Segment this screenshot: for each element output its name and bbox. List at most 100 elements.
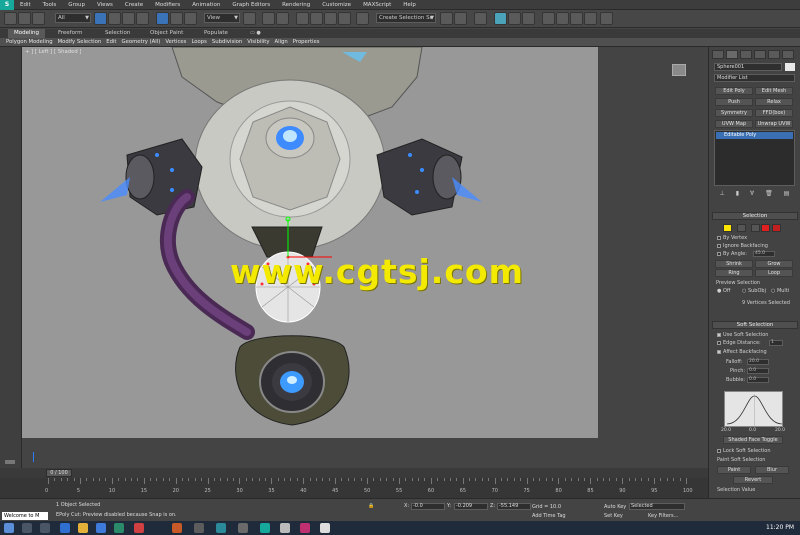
tab-modeling[interactable]: Modeling: [8, 29, 46, 38]
app-icon-5[interactable]: [216, 523, 226, 533]
menu-modifiers[interactable]: Modifiers: [149, 0, 186, 10]
border-mode-icon[interactable]: [751, 224, 760, 232]
edit-mesh-button[interactable]: Edit Mesh: [755, 87, 793, 95]
app-icon-9[interactable]: [320, 523, 330, 533]
named-selection-sets-dropdown[interactable]: Create Selection Se ▼: [376, 13, 436, 23]
rendered-frame-window-icon[interactable]: [570, 12, 583, 25]
x-coordinate-field[interactable]: -0.0: [411, 503, 445, 510]
ignore-backfacing-checkbox[interactable]: Ignore Backfacing: [717, 243, 768, 249]
vertex-mode-icon[interactable]: [723, 224, 732, 232]
show-end-result-icon[interactable]: ▮: [736, 190, 739, 200]
link-icon[interactable]: [4, 12, 17, 25]
align-icon[interactable]: [454, 12, 467, 25]
menu-help[interactable]: Help: [397, 0, 422, 10]
by-angle-spinner[interactable]: 45.0: [753, 251, 775, 257]
ribbon-properties[interactable]: Properties: [293, 39, 320, 45]
utilities-tab-icon[interactable]: [782, 50, 794, 59]
loop-button[interactable]: Loop: [755, 269, 793, 277]
tab-freeform[interactable]: Freeform: [52, 29, 89, 38]
preview-off-radio[interactable]: ● Off: [717, 288, 730, 294]
ribbon-modify-selection[interactable]: Modify Selection: [58, 39, 102, 45]
render-setup-icon[interactable]: [556, 12, 569, 25]
ribbon-visibility[interactable]: Visibility: [247, 39, 269, 45]
menu-views[interactable]: Views: [91, 0, 119, 10]
ribbon-loops[interactable]: Loops: [191, 39, 206, 45]
auto-key-button[interactable]: Auto Key: [604, 504, 626, 510]
spinner-snap-icon[interactable]: [338, 12, 351, 25]
snaps-toggle-icon[interactable]: [296, 12, 309, 25]
ribbon-geometry-all[interactable]: Geometry (All): [122, 39, 161, 45]
motion-tab-icon[interactable]: [754, 50, 766, 59]
curve-editor-icon[interactable]: [508, 12, 521, 25]
edit-poly-button[interactable]: Edit Poly: [715, 87, 753, 95]
maxscript-listener[interactable]: Welcome to M: [2, 512, 48, 520]
hierarchy-tab-icon[interactable]: [740, 50, 752, 59]
edge-browser-icon[interactable]: [60, 523, 70, 533]
key-filters-button[interactable]: Key Filters...: [648, 513, 678, 519]
ribbon-align[interactable]: Align: [274, 39, 287, 45]
viewport-layout-icon[interactable]: [5, 460, 15, 464]
shaded-face-toggle-button[interactable]: Shaded Face Toggle: [723, 436, 783, 444]
affect-backfacing-checkbox[interactable]: Affect Backfacing: [717, 349, 767, 355]
symmetry-button[interactable]: Symmetry: [715, 109, 753, 117]
y-coordinate-field[interactable]: -0.209: [454, 503, 488, 510]
edge-mode-icon[interactable]: [737, 224, 746, 232]
window-crossing-icon[interactable]: [136, 12, 149, 25]
preview-subobj-radio[interactable]: ○ SubObj: [742, 288, 766, 294]
menu-create[interactable]: Create: [119, 0, 149, 10]
z-coordinate-field[interactable]: -55.149: [497, 503, 531, 510]
create-tab-icon[interactable]: [712, 50, 724, 59]
soft-selection-rollout-header[interactable]: Soft Selection: [712, 321, 798, 329]
display-tab-icon[interactable]: [768, 50, 780, 59]
time-slider-thumb[interactable]: 0 / 100: [46, 469, 72, 477]
menu-animation[interactable]: Animation: [186, 0, 226, 10]
modifier-list-dropdown[interactable]: Modifier List: [714, 74, 795, 82]
ribbon-vertices[interactable]: Vertices: [165, 39, 186, 45]
system-clock[interactable]: 11:20 PM: [766, 524, 794, 531]
track-bar[interactable]: 0 5 10 15 20 25 30 35 40 45 50 55 60 65 70 75 80 85 90 95 10…: [0, 478, 708, 498]
lock-selection-icon[interactable]: 🔒: [368, 503, 374, 509]
object-name-field[interactable]: Sphere001: [714, 63, 782, 71]
mirror-icon[interactable]: [440, 12, 453, 25]
render-iterative-icon[interactable]: [600, 12, 613, 25]
menu-group[interactable]: Group: [62, 0, 91, 10]
preview-multi-radio[interactable]: ○ Multi: [771, 288, 789, 294]
pin-stack-icon[interactable]: ⊥: [720, 190, 725, 200]
rotate-icon[interactable]: [170, 12, 183, 25]
selection-rollout-header[interactable]: Selection: [712, 212, 798, 220]
render-production-icon[interactable]: [584, 12, 597, 25]
menu-customize[interactable]: Customize: [316, 0, 357, 10]
polygon-mode-icon[interactable]: [761, 224, 770, 232]
scale-icon[interactable]: [184, 12, 197, 25]
paint-button[interactable]: Paint: [717, 466, 751, 474]
file-explorer-icon[interactable]: [78, 523, 88, 533]
make-unique-icon[interactable]: ∀: [750, 190, 754, 200]
object-color-swatch[interactable]: [785, 63, 795, 71]
reference-coordinate-dropdown[interactable]: View ▼: [204, 13, 240, 23]
app-icon-8[interactable]: [300, 523, 310, 533]
shrink-button[interactable]: Shrink: [715, 260, 753, 268]
app-logo-icon[interactable]: S: [0, 0, 14, 10]
percent-snap-icon[interactable]: [324, 12, 337, 25]
set-key-button[interactable]: Set Key: [604, 513, 623, 519]
ffd-box-button[interactable]: FFD(box): [755, 109, 793, 117]
element-mode-icon[interactable]: [772, 224, 781, 232]
search-icon[interactable]: [22, 523, 32, 533]
tab-selection[interactable]: Selection: [99, 29, 136, 38]
material-editor-icon[interactable]: [542, 12, 555, 25]
bind-spacewarp-icon[interactable]: [32, 12, 45, 25]
selection-filter-dropdown[interactable]: All ▼: [55, 13, 91, 23]
uvw-map-button[interactable]: UVW Map: [715, 120, 753, 128]
bubble-spinner[interactable]: 0.0: [747, 377, 769, 383]
unwrap-uvw-button[interactable]: Unwrap UVW: [755, 120, 793, 128]
3dsmax-taskbar-icon[interactable]: [260, 523, 270, 533]
ribbon-polygon-modeling[interactable]: Polygon Modeling: [6, 39, 53, 45]
lock-soft-selection-checkbox[interactable]: Lock Soft Selection: [717, 448, 771, 454]
app-icon-6[interactable]: [238, 523, 248, 533]
app-icon-3[interactable]: [172, 523, 182, 533]
menu-graph-editors[interactable]: Graph Editors: [226, 0, 276, 10]
app-icon-1[interactable]: [114, 523, 124, 533]
add-time-tag[interactable]: Add Time Tag: [532, 513, 566, 519]
task-view-icon[interactable]: [40, 523, 50, 533]
edge-distance-spinner[interactable]: 1: [769, 340, 783, 346]
